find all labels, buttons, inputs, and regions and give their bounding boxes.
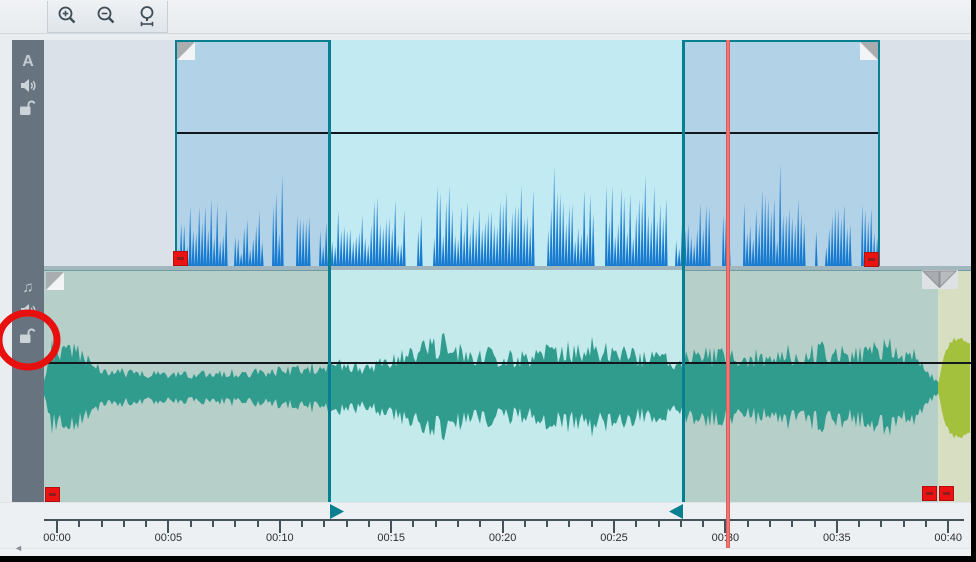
ruler-tick-label: 00:40: [934, 532, 962, 544]
ruler-tick: [145, 521, 147, 527]
selection-start-marker[interactable]: [330, 504, 346, 519]
ruler-tick: [212, 521, 214, 527]
fade-out-handle[interactable]: [860, 42, 878, 60]
fade-in-handle[interactable]: [46, 272, 64, 290]
ruler-tick: [814, 521, 816, 527]
track-b-volume-envelope[interactable]: [44, 362, 971, 364]
window-edge: [971, 0, 976, 562]
lock-open-icon[interactable]: [19, 328, 37, 344]
lock-open-icon[interactable]: [19, 100, 37, 116]
ruler-tick: [568, 521, 570, 527]
ruler-tick: [479, 521, 481, 527]
track-b-clip2-waveform: [938, 270, 971, 502]
ruler-tick: [858, 521, 860, 527]
window-edge: [0, 556, 976, 562]
playhead-cursor[interactable]: [726, 40, 730, 548]
ruler-tick: [880, 521, 882, 527]
ruler-tick: [457, 521, 459, 527]
ruler-tick-label: 00:10: [266, 532, 294, 544]
track-headers-sidebar: A ♫: [12, 40, 44, 502]
zoom-in-button[interactable]: [54, 3, 82, 31]
ruler-tick: [747, 521, 749, 527]
ruler-tick: [524, 521, 526, 527]
track-b-waveform: [44, 270, 940, 502]
zoom-to-selection-button[interactable]: [133, 3, 161, 31]
ruler-tick: [680, 521, 682, 527]
ruler-tick: [903, 521, 905, 527]
speaker-icon[interactable]: [20, 78, 37, 93]
audio-editor-window: A ♫: [0, 0, 976, 562]
ruler-tick-label: 00:05: [155, 532, 183, 544]
ruler-tick: [257, 521, 259, 527]
ruler-tick: [301, 521, 303, 527]
ruler-tick: [78, 521, 80, 527]
track-a-volume-envelope[interactable]: [177, 132, 878, 134]
ruler-tick: [101, 521, 103, 527]
ruler-tick: [769, 521, 771, 527]
ruler-tick: [925, 521, 927, 527]
ruler-tick-label: 00:25: [600, 532, 628, 544]
speaker-icon[interactable]: [20, 303, 37, 318]
zoom-toolbar-group: [47, 1, 168, 33]
envelope-marker[interactable]: [864, 252, 879, 267]
crossfade-handle[interactable]: [922, 270, 958, 289]
ruler-tick: [368, 521, 370, 527]
ruler-tick-label: 00:20: [489, 532, 517, 544]
envelope-marker[interactable]: [173, 251, 188, 266]
ruler-tick: [190, 521, 192, 527]
selection-start-line[interactable]: [328, 40, 331, 502]
fade-in-handle[interactable]: [177, 42, 195, 60]
track-b-header: ♫: [12, 280, 44, 351]
scroll-left-arrow-icon[interactable]: ◄: [14, 543, 23, 553]
magnifier-minus-icon: [95, 5, 119, 29]
ruler-baseline: [44, 519, 964, 521]
track-a-header: A: [12, 54, 44, 123]
ruler-tick: [323, 521, 325, 527]
track-a-waveform: [177, 42, 878, 266]
ruler-tick: [546, 521, 548, 527]
ruler-tick-label: 00:35: [823, 532, 851, 544]
ruler-tick: [635, 521, 637, 527]
ruler-tick: [791, 521, 793, 527]
selection-end-line[interactable]: [682, 40, 685, 502]
selection-end-marker[interactable]: [667, 504, 683, 519]
ruler-tick: [435, 521, 437, 527]
envelope-marker[interactable]: [45, 487, 60, 502]
toolbar: [0, 0, 976, 34]
magnifier-selection-icon: [135, 5, 159, 29]
ruler-tick: [346, 521, 348, 527]
track-a-type-badge: A: [22, 54, 34, 70]
ruler-tick: [702, 521, 704, 527]
ruler-tick-label: 00:00: [43, 532, 71, 544]
magnifier-plus-icon: [56, 5, 80, 29]
music-note-icon: ♫: [22, 280, 33, 295]
ruler-tick: [658, 521, 660, 527]
ruler-tick: [591, 521, 593, 527]
ruler-tick: [123, 521, 125, 527]
ruler-tick: [412, 521, 414, 527]
zoom-out-button[interactable]: [93, 3, 121, 31]
horizontal-scrollbar[interactable]: [0, 548, 976, 556]
ruler-tick-label: 00:15: [377, 532, 405, 544]
envelope-marker[interactable]: [939, 486, 954, 501]
ruler-tick: [234, 521, 236, 527]
envelope-marker[interactable]: [922, 486, 937, 501]
